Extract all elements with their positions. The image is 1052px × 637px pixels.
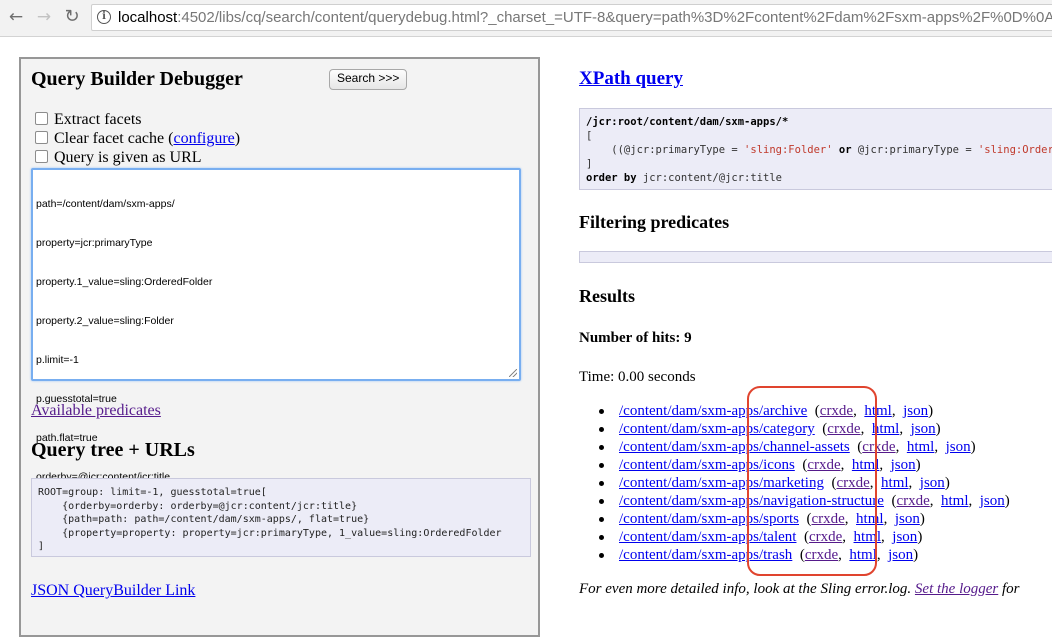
query-builder-panel: Query Builder Debugger Search >>> Extrac… <box>19 57 540 637</box>
configure-link[interactable]: configure <box>173 130 234 147</box>
search-button[interactable]: Search >>> <box>329 69 408 90</box>
json-querybuilder-link[interactable]: JSON QueryBuilder Link <box>31 582 195 600</box>
json-link[interactable]: json <box>980 493 1005 509</box>
back-arrow-icon[interactable]: ← <box>5 6 27 28</box>
query-tree-title: Query tree + URLs <box>31 439 195 461</box>
bullet <box>599 445 604 450</box>
bullet <box>599 409 604 414</box>
xpath-query-box: /jcr:root/content/dam/sxm-apps/* [ ((@jc… <box>579 108 1052 190</box>
json-link[interactable]: json <box>888 547 913 563</box>
html-link[interactable]: html <box>881 475 909 491</box>
resize-grip-icon[interactable] <box>509 369 517 377</box>
clear-facet-cache-option: Clear facet cache (configure) <box>35 130 240 148</box>
set-logger-link[interactable]: Set the logger <box>915 581 998 597</box>
html-link[interactable]: html <box>941 493 969 509</box>
bullet <box>599 499 604 504</box>
results-title: Results <box>579 286 636 306</box>
crxde-link[interactable]: crxde <box>896 493 929 509</box>
extract-facets-checkbox[interactable] <box>35 112 48 125</box>
html-link[interactable]: html <box>907 439 935 455</box>
query-as-url-checkbox[interactable] <box>35 150 48 163</box>
clear-facet-cache-checkbox[interactable] <box>35 131 48 144</box>
xpath-query-link[interactable]: XPath query <box>579 68 683 90</box>
query-tree-box: ROOT=group: limit=-1, guesstotal=true[ {… <box>31 478 531 557</box>
bullet <box>599 481 604 486</box>
browser-toolbar: ← → ↻ i localhost:4502/libs/cq/search/co… <box>0 0 1052 37</box>
reload-icon[interactable]: ↻ <box>61 6 83 28</box>
json-link[interactable]: json <box>892 529 917 545</box>
hit-count: Number of hits: 9 <box>579 330 692 346</box>
query-time: Time: 0.00 seconds <box>579 369 696 385</box>
address-bar[interactable]: i localhost:4502/libs/cq/search/content/… <box>91 4 1052 31</box>
bullet <box>599 463 604 468</box>
bullet <box>599 427 604 432</box>
bullet <box>599 553 604 558</box>
json-link[interactable]: json <box>895 511 920 527</box>
panel-title: Query Builder Debugger <box>31 68 243 90</box>
query-textarea[interactable]: path=/content/dam/sxm-apps/ property=jcr… <box>31 168 521 483</box>
filtering-predicates-box <box>579 251 1052 263</box>
bullet <box>599 535 604 540</box>
query-as-url-option: Query is given as URL <box>35 149 202 167</box>
json-link[interactable]: json <box>920 475 945 491</box>
available-predicates-link[interactable]: Available predicates <box>31 402 161 420</box>
filtering-predicates-title: Filtering predicates <box>579 212 730 232</box>
json-link[interactable]: json <box>911 421 936 437</box>
highlight-annotation <box>747 386 877 576</box>
url-text: localhost:4502/libs/cq/search/content/qu… <box>118 9 1052 26</box>
extract-facets-option: Extract facets <box>35 111 142 129</box>
footer-note: For even more detailed info, look at the… <box>579 581 1020 597</box>
json-link[interactable]: json <box>903 403 928 419</box>
bullet <box>599 517 604 522</box>
json-link[interactable]: json <box>946 439 971 455</box>
info-icon[interactable]: i <box>97 10 111 24</box>
forward-arrow-icon[interactable]: → <box>33 6 55 28</box>
json-link[interactable]: json <box>891 457 916 473</box>
